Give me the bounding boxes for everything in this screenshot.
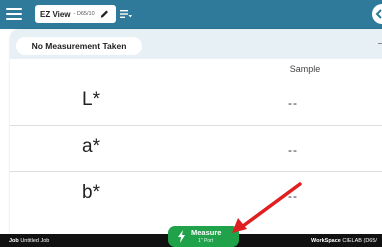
measurement-status-chip: No Measurement Taken	[16, 37, 142, 55]
hamburger-icon[interactable]	[6, 8, 22, 20]
job-key: Job	[9, 238, 19, 244]
workspace-value: CIELAB (D65/	[342, 238, 377, 244]
pencil-icon[interactable]	[99, 8, 110, 20]
view-name: EZ View	[40, 9, 71, 19]
top-toolbar: EZ View - D65/10	[0, 0, 382, 29]
lightning-bolt-icon	[178, 230, 185, 243]
row-label-a: a*	[82, 136, 100, 157]
row-label-l: L*	[82, 89, 100, 110]
measurement-card: No Measurement Taken Sample L* -- a* -- …	[10, 29, 382, 234]
column-header-sample: Sample	[289, 64, 321, 74]
table-row: b* --	[10, 171, 382, 217]
header-divider	[378, 43, 382, 44]
measure-button[interactable]: Measure 1" Port	[168, 226, 239, 247]
chevron-icon[interactable]	[372, 4, 382, 24]
table-row: L* --	[10, 79, 382, 125]
list-icon[interactable]	[120, 9, 132, 19]
row-value-a: --	[288, 143, 298, 157]
row-value-l: --	[288, 96, 298, 110]
view-illuminant: - D65/10	[73, 11, 95, 17]
table-row: a* --	[10, 125, 382, 171]
job-status: Job Untitled Job	[9, 238, 49, 244]
view-selector-tab[interactable]: EZ View - D65/10	[35, 5, 116, 23]
workspace-status: WorkSpace CIELAB (D65/	[311, 238, 377, 244]
measure-label: Measure	[191, 228, 222, 237]
measure-port-label: 1" Port	[198, 238, 214, 244]
workspace-key: WorkSpace	[311, 238, 341, 244]
card-header: No Measurement Taken	[10, 29, 382, 59]
row-label-b: b*	[82, 182, 100, 203]
job-value: Untitled Job	[20, 238, 50, 244]
row-value-b: --	[288, 189, 298, 203]
